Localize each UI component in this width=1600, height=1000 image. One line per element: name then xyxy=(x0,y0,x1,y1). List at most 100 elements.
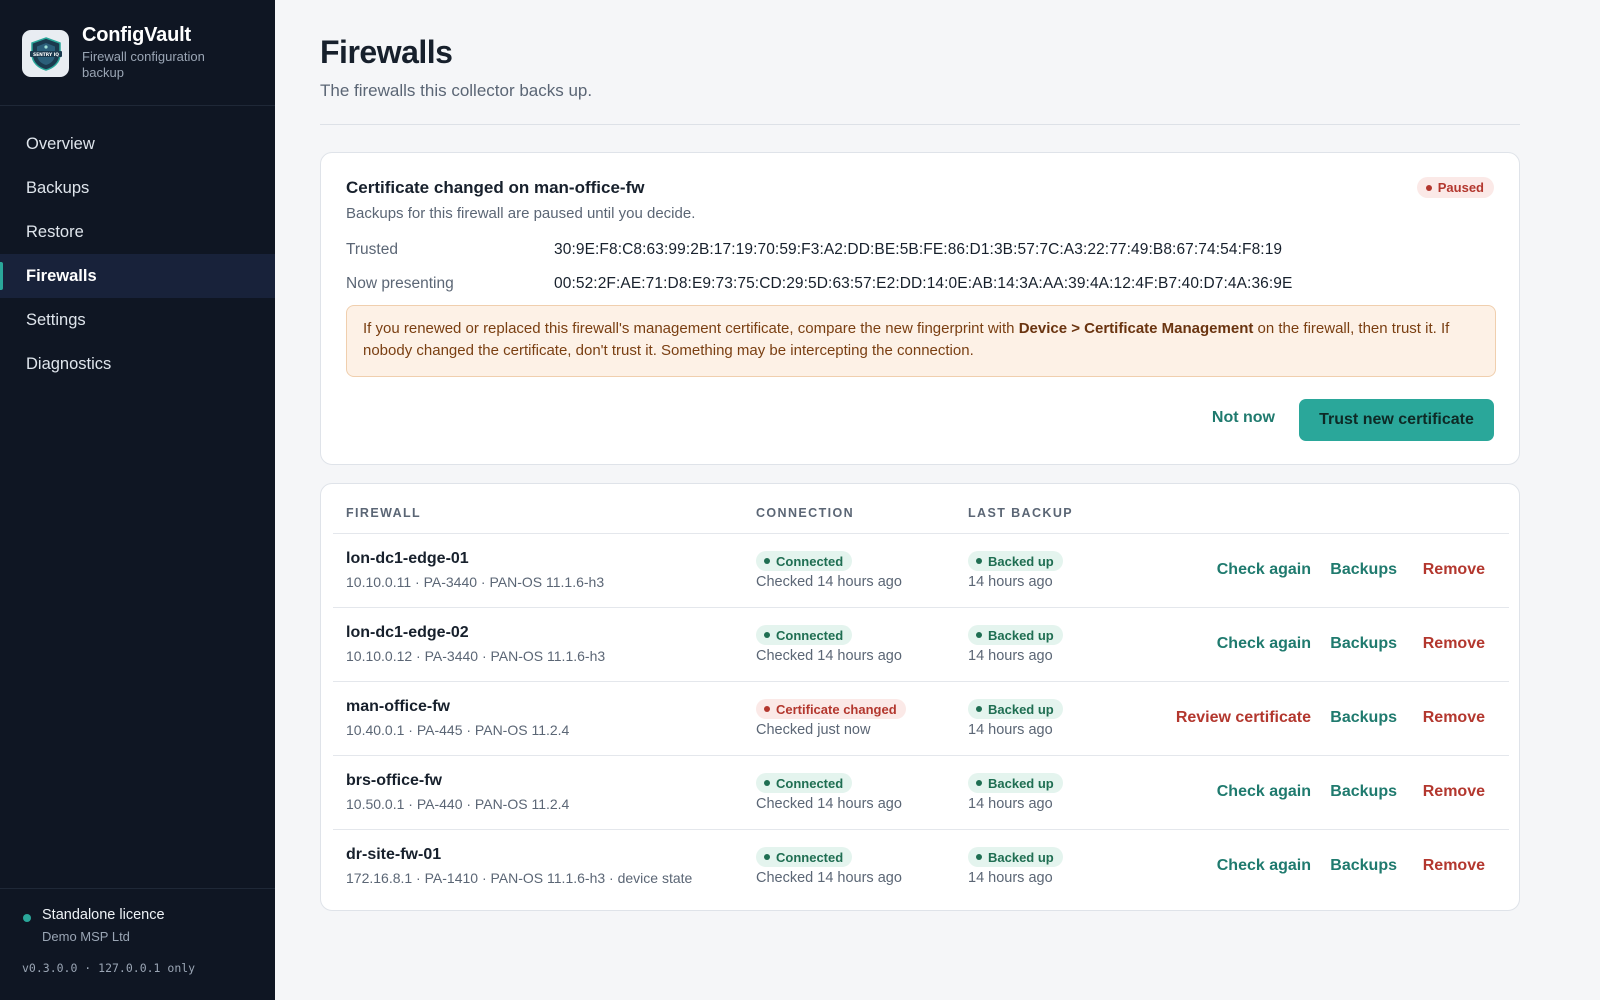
firewall-details: 10.10.0.12 · PA-3440 · PAN-OS 11.1.6-h3 xyxy=(346,648,606,664)
remove-button[interactable]: Remove xyxy=(1423,635,1485,653)
connection-checked: Checked 14 hours ago xyxy=(756,870,902,886)
connection-status-badge: Connected xyxy=(756,551,853,571)
licence-status-dot xyxy=(23,914,31,922)
status-dot-icon xyxy=(976,706,982,712)
sidebar-item-label: Firewalls xyxy=(26,266,97,285)
sidebar: SENTRY IQ ConfigVault Firewall configura… xyxy=(0,0,275,1000)
connection-status-label: Connected xyxy=(776,553,844,569)
trusted-fingerprint: 30:9E:F8:C8:63:99:2B:17:19:70:59:F3:A2:D… xyxy=(554,241,1283,258)
header-divider xyxy=(320,124,1520,125)
review-certificate-button[interactable]: Review certificate xyxy=(1176,709,1311,727)
backup-status-badge: Backed up xyxy=(968,773,1063,793)
firewall-name: lon-dc1-edge-01 xyxy=(346,550,469,567)
app-title: ConfigVault xyxy=(82,24,191,46)
firewall-details: 10.50.0.1 · PA-440 · PAN-OS 11.2.4 xyxy=(346,796,570,812)
backup-age: 14 hours ago xyxy=(968,648,1053,664)
sidebar-item-overview[interactable]: Overview xyxy=(0,122,275,166)
connection-status-label: Connected xyxy=(776,775,844,791)
backup-age: 14 hours ago xyxy=(968,722,1053,738)
check-again-button[interactable]: Check again xyxy=(1217,783,1311,801)
remove-button[interactable]: Remove xyxy=(1423,857,1485,875)
backups-link[interactable]: Backups xyxy=(1330,857,1397,875)
trusted-label: Trusted xyxy=(346,241,398,258)
table-row: lon-dc1-edge-01 10.10.0.11 · PA-3440 · P… xyxy=(333,533,1509,607)
licence-org: Demo MSP Ltd xyxy=(42,929,130,944)
connection-checked: Checked 14 hours ago xyxy=(756,574,902,590)
column-header-firewall: FIREWALL xyxy=(346,506,422,520)
check-again-button[interactable]: Check again xyxy=(1217,561,1311,579)
column-header-connection: CONNECTION xyxy=(756,506,855,520)
firewall-details: 10.40.0.1 · PA-445 · PAN-OS 11.2.4 xyxy=(346,722,570,738)
alert-subtitle: Backups for this firewall are paused unt… xyxy=(346,205,696,222)
sidebar-item-label: Backups xyxy=(26,178,90,197)
table-row: brs-office-fw 10.50.0.1 · PA-440 · PAN-O… xyxy=(333,755,1509,829)
paused-status-badge: Paused xyxy=(1416,177,1494,198)
backups-link[interactable]: Backups xyxy=(1330,709,1397,727)
status-dot-icon xyxy=(976,558,982,564)
sidebar-item-restore[interactable]: Restore xyxy=(0,210,275,254)
connection-status-label: Connected xyxy=(776,849,844,865)
firewall-details: 172.16.8.1 · PA-1410 · PAN-OS 11.1.6-h3 … xyxy=(346,870,693,886)
sidebar-item-label: Restore xyxy=(26,222,84,241)
main-content: Firewalls The firewalls this collector b… xyxy=(275,0,1600,1000)
connection-status-badge: Connected xyxy=(756,625,853,645)
backups-link[interactable]: Backups xyxy=(1330,561,1397,579)
backup-age: 14 hours ago xyxy=(968,574,1053,590)
presenting-fingerprint: 00:52:2F:AE:71:D8:E9:73:75:CD:29:5D:63:5… xyxy=(554,275,1293,292)
connection-status-label: Certificate changed xyxy=(776,701,897,717)
warning-text-path: Device > Certificate Management xyxy=(1018,320,1254,337)
page-subtitle: The firewalls this collector backs up. xyxy=(320,81,593,100)
backup-status-label: Backed up xyxy=(988,701,1054,717)
sidebar-nav: Overview Backups Restore Firewalls Setti… xyxy=(0,122,275,386)
app-subtitle: Firewall configuration backup xyxy=(82,49,205,80)
shield-logo-icon: SENTRY IQ xyxy=(29,36,62,71)
backup-status-badge: Backed up xyxy=(968,551,1063,571)
check-again-button[interactable]: Check again xyxy=(1217,635,1311,653)
backup-status-label: Backed up xyxy=(988,849,1054,865)
table-row: man-office-fw 10.40.0.1 · PA-445 · PAN-O… xyxy=(333,681,1509,755)
brand-header: SENTRY IQ ConfigVault Firewall configura… xyxy=(0,0,275,106)
page-title: Firewalls xyxy=(320,34,453,70)
sidebar-item-diagnostics[interactable]: Diagnostics xyxy=(0,342,275,386)
remove-button[interactable]: Remove xyxy=(1423,709,1485,727)
remove-button[interactable]: Remove xyxy=(1423,561,1485,579)
paused-status-label: Paused xyxy=(1437,180,1484,195)
certificate-warning: If you renewed or replaced this firewall… xyxy=(346,305,1496,377)
presenting-label: Now presenting xyxy=(346,275,454,292)
not-now-button[interactable]: Not now xyxy=(1212,409,1275,427)
status-dot-icon xyxy=(976,780,982,786)
trust-certificate-button[interactable]: Trust new certificate xyxy=(1299,399,1494,441)
firewall-name: man-office-fw xyxy=(346,698,450,715)
sidebar-item-label: Settings xyxy=(26,310,86,329)
alert-title: Certificate changed on man-office-fw xyxy=(346,178,645,197)
status-dot-icon xyxy=(764,780,770,786)
connection-checked: Checked just now xyxy=(756,722,871,738)
connection-checked: Checked 14 hours ago xyxy=(756,796,902,812)
status-dot-icon xyxy=(976,632,982,638)
version-info: v0.3.0.0 · 127.0.0.1 only xyxy=(22,961,196,975)
status-dot-icon xyxy=(764,558,770,564)
sidebar-item-label: Overview xyxy=(26,134,95,153)
connection-status-badge: Connected xyxy=(756,847,853,867)
sidebar-item-firewalls[interactable]: Firewalls xyxy=(0,254,275,298)
table-row: lon-dc1-edge-02 10.10.0.12 · PA-3440 · P… xyxy=(333,607,1509,681)
remove-button[interactable]: Remove xyxy=(1423,783,1485,801)
brand-logo[interactable]: SENTRY IQ xyxy=(22,30,69,77)
backups-link[interactable]: Backups xyxy=(1330,783,1397,801)
sidebar-item-backups[interactable]: Backups xyxy=(0,166,275,210)
sidebar-item-label: Diagnostics xyxy=(26,354,112,373)
status-dot-icon xyxy=(764,632,770,638)
check-again-button[interactable]: Check again xyxy=(1217,857,1311,875)
status-dot-icon xyxy=(976,854,982,860)
connection-status-badge: Certificate changed xyxy=(756,699,906,719)
sidebar-item-settings[interactable]: Settings xyxy=(0,298,275,342)
backup-status-badge: Backed up xyxy=(968,699,1063,719)
firewall-details: 10.10.0.11 · PA-3440 · PAN-OS 11.1.6-h3 xyxy=(346,574,605,590)
backup-age: 14 hours ago xyxy=(968,870,1053,886)
connection-status-label: Connected xyxy=(776,627,844,643)
firewalls-table: FIREWALL CONNECTION LAST BACKUP lon-dc1-… xyxy=(320,483,1520,911)
connection-checked: Checked 14 hours ago xyxy=(756,648,902,664)
status-dot-icon xyxy=(1425,184,1432,191)
backups-link[interactable]: Backups xyxy=(1330,635,1397,653)
backup-status-label: Backed up xyxy=(988,627,1054,643)
